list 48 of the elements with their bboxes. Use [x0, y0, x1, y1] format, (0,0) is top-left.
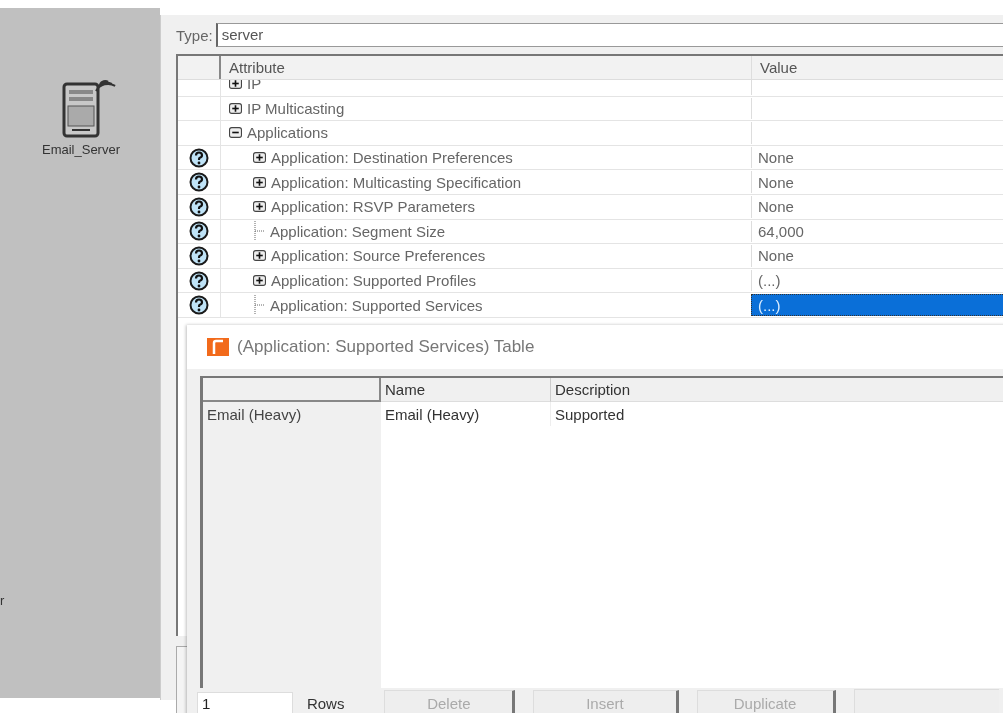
- expand-icon[interactable]: [229, 80, 242, 90]
- help-icon[interactable]: [189, 172, 209, 193]
- row-header[interactable]: Email (Heavy): [203, 402, 381, 426]
- value-cell[interactable]: (...): [751, 269, 1003, 292]
- value-cell[interactable]: 64,000: [751, 220, 1003, 243]
- column-header[interactable]: Description: [551, 378, 1003, 402]
- column-header[interactable]: Attribute: [221, 56, 751, 79]
- node-label[interactable]: Email_Server: [42, 142, 120, 157]
- attribute-name[interactable]: Application: RSVP Parameters: [271, 198, 475, 216]
- type-label: Type:: [176, 26, 213, 44]
- attribute-name[interactable]: Application: Supported Profiles: [271, 272, 477, 290]
- value-cell[interactable]: None: [751, 146, 1003, 169]
- attribute-name[interactable]: Application: Segment Size: [270, 222, 446, 240]
- expand-icon[interactable]: [253, 201, 266, 213]
- window-title: (Application: Supported Services) Table: [237, 337, 535, 357]
- attribute-name[interactable]: Application: Supported Services: [270, 296, 483, 314]
- app-icon: [207, 338, 229, 356]
- row-count-field[interactable]: 1: [197, 692, 293, 713]
- column-header[interactable]: Value: [751, 56, 1003, 79]
- attribute-name[interactable]: IP Multicasting: [247, 99, 345, 117]
- value-cell[interactable]: (...): [751, 294, 1003, 316]
- expand-icon[interactable]: [253, 250, 266, 262]
- attribute-name[interactable]: Application: Multicasting Specification: [271, 173, 522, 191]
- expand-icon[interactable]: [253, 176, 266, 188]
- expand-icon[interactable]: [229, 102, 242, 114]
- attribute-name[interactable]: Applications: [247, 124, 328, 142]
- value-cell[interactable]: None: [751, 195, 1003, 218]
- collapse-icon[interactable]: [229, 127, 242, 139]
- column-header[interactable]: Name: [381, 378, 551, 402]
- help-icon[interactable]: [189, 147, 209, 168]
- help-icon[interactable]: [189, 221, 209, 242]
- rows-label: Rows: [306, 694, 345, 712]
- attribute-name[interactable]: Application: Source Preferences: [271, 247, 486, 265]
- type-field[interactable]: server: [215, 23, 1003, 47]
- attribute-name[interactable]: Application: Destination Preferences: [271, 149, 513, 167]
- help-icon[interactable]: [189, 245, 209, 266]
- table-cell[interactable]: Email (Heavy): [381, 402, 551, 426]
- tree-connector-icon: [253, 221, 265, 242]
- help-icon[interactable]: [189, 295, 209, 316]
- node-label[interactable]: r: [0, 593, 5, 608]
- expand-icon[interactable]: [253, 275, 266, 287]
- value-cell[interactable]: None: [751, 245, 1003, 267]
- tree-connector-icon: [253, 295, 265, 316]
- value-cell[interactable]: None: [751, 171, 1003, 193]
- help-icon[interactable]: [189, 196, 209, 217]
- help-icon[interactable]: [189, 270, 209, 291]
- expand-icon[interactable]: [253, 152, 266, 164]
- table-cell[interactable]: Supported: [551, 402, 1003, 426]
